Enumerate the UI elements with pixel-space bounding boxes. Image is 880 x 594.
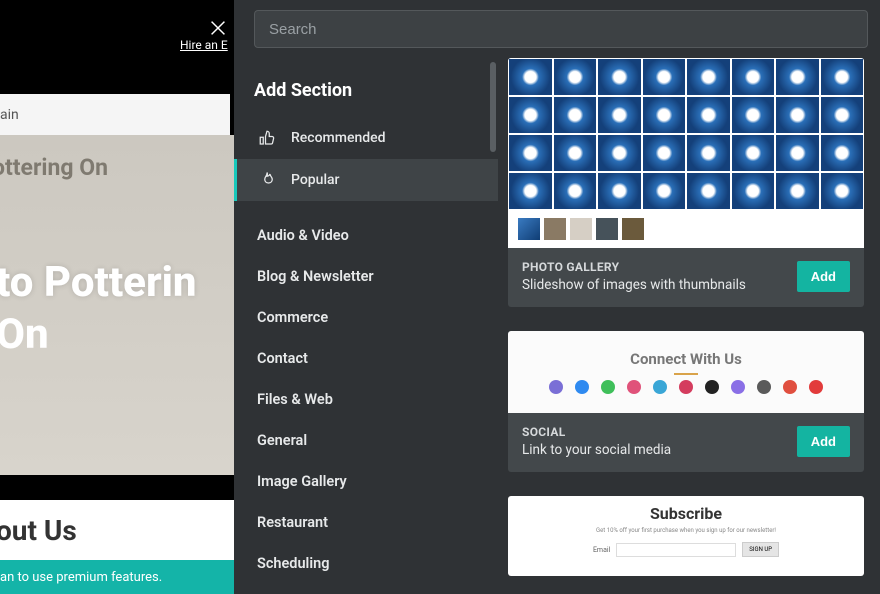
hero-line1: to Potterin <box>0 260 197 306</box>
flame-icon <box>257 170 277 190</box>
sidebar-item-audio-video[interactable]: Audio & Video <box>234 215 498 256</box>
sidebar-item-image-gallery[interactable]: Image Gallery <box>234 461 498 502</box>
add-photo-gallery-button[interactable]: Add <box>797 261 850 292</box>
sidebar-item-label: Restaurant <box>257 514 328 531</box>
sidebar-item-label: Contact <box>257 350 308 367</box>
subscribe-preview-label: Email <box>593 546 610 554</box>
section-cards: PHOTO GALLERY Slideshow of images with t… <box>498 58 880 594</box>
sidebar-item-label: Blog & Newsletter <box>257 268 374 285</box>
upgrade-banner: an to use premium features. <box>0 560 234 594</box>
thumbsup-icon <box>257 128 277 148</box>
social-icon <box>705 380 719 394</box>
about-section: out Us <box>0 500 234 560</box>
close-panel-button[interactable] <box>207 17 229 39</box>
add-section-panel: Add Section Recommended Popular Audio & … <box>234 0 880 594</box>
hero-line2: On <box>0 310 49 359</box>
sidebar-item-label: Files & Web <box>257 391 333 408</box>
sidebar-item-contact[interactable]: Contact <box>234 338 498 379</box>
social-icon <box>679 380 693 394</box>
gallery-thumb <box>518 218 540 240</box>
search-wrap <box>234 0 880 58</box>
social-icon <box>757 380 771 394</box>
category-sidebar: Add Section Recommended Popular Audio & … <box>234 58 498 594</box>
panel-body: Add Section Recommended Popular Audio & … <box>234 58 880 594</box>
sidebar-item-label: Scheduling <box>257 555 329 572</box>
card-subscribe: Subscribe Get 10% off your first purchas… <box>508 496 864 576</box>
photo-gallery-preview <box>508 58 864 248</box>
subscribe-preview-form: Email SIGN UP <box>593 542 779 557</box>
social-icon <box>731 380 745 394</box>
sidebar-scrollbar[interactable] <box>490 62 496 152</box>
subscribe-preview-button: SIGN UP <box>742 542 779 557</box>
domain-bar: ain <box>0 94 230 135</box>
card-social: Connect With Us <box>508 331 864 472</box>
close-icon <box>207 17 229 39</box>
sidebar-item-label: Image Gallery <box>257 473 347 490</box>
sidebar-item-files-web[interactable]: Files & Web <box>234 379 498 420</box>
gallery-thumb <box>570 218 592 240</box>
card-desc: Link to your social media <box>522 442 671 458</box>
add-section-heading: Add Section <box>234 58 498 117</box>
subscribe-preview-sub: Get 10% off your first purchase when you… <box>596 527 776 534</box>
card-footer: SOCIAL Link to your social media Add <box>508 413 864 472</box>
subscribe-preview-heading: Subscribe <box>650 504 722 523</box>
gallery-thumbs <box>508 210 864 248</box>
subscribe-preview: Subscribe Get 10% off your first purchas… <box>508 496 864 576</box>
gallery-thumb <box>596 218 618 240</box>
card-photo-gallery: PHOTO GALLERY Slideshow of images with t… <box>508 58 864 307</box>
gallery-grid <box>508 58 864 210</box>
social-icon <box>809 380 823 394</box>
social-preview: Connect With Us <box>508 331 864 413</box>
sidebar-item-general[interactable]: General <box>234 420 498 461</box>
social-preview-heading: Connect With Us <box>630 350 742 368</box>
social-icon <box>653 380 667 394</box>
social-icon <box>575 380 589 394</box>
card-desc: Slideshow of images with thumbnails <box>522 277 746 293</box>
sidebar-item-label: Popular <box>291 172 340 188</box>
sidebar-item-blog-newsletter[interactable]: Blog & Newsletter <box>234 256 498 297</box>
sidebar-item-label: Audio & Video <box>257 227 349 244</box>
sidebar-item-label: Commerce <box>257 309 328 326</box>
card-footer: PHOTO GALLERY Slideshow of images with t… <box>508 248 864 307</box>
sidebar-divider <box>234 201 498 215</box>
domain-text: ain <box>0 107 19 123</box>
sidebar-item-recommended[interactable]: Recommended <box>234 117 498 159</box>
hero-preview: ottering On to Potterin On <box>0 135 234 475</box>
card-title: SOCIAL <box>522 425 671 439</box>
sidebar-item-scheduling[interactable]: Scheduling <box>234 543 498 584</box>
hire-expert-link[interactable]: Hire an E <box>180 38 228 52</box>
sidebar-item-label: General <box>257 432 307 449</box>
sidebar-item-popular[interactable]: Popular <box>234 159 498 201</box>
social-icon <box>601 380 615 394</box>
upgrade-text: an to use premium features. <box>0 570 162 585</box>
about-heading: out Us <box>0 514 77 547</box>
hero-subtitle: ottering On <box>0 154 108 181</box>
sidebar-item-restaurant[interactable]: Restaurant <box>234 502 498 543</box>
card-title: PHOTO GALLERY <box>522 260 746 274</box>
social-icon <box>627 380 641 394</box>
add-social-button[interactable]: Add <box>797 426 850 457</box>
social-icons-row <box>549 380 823 394</box>
search-input[interactable] <box>254 10 868 48</box>
social-icon <box>783 380 797 394</box>
gallery-thumb <box>622 218 644 240</box>
sidebar-item-commerce[interactable]: Commerce <box>234 297 498 338</box>
gallery-thumb <box>544 218 566 240</box>
social-icon <box>549 380 563 394</box>
sidebar-item-label: Recommended <box>291 130 386 146</box>
subscribe-preview-input <box>616 543 736 557</box>
